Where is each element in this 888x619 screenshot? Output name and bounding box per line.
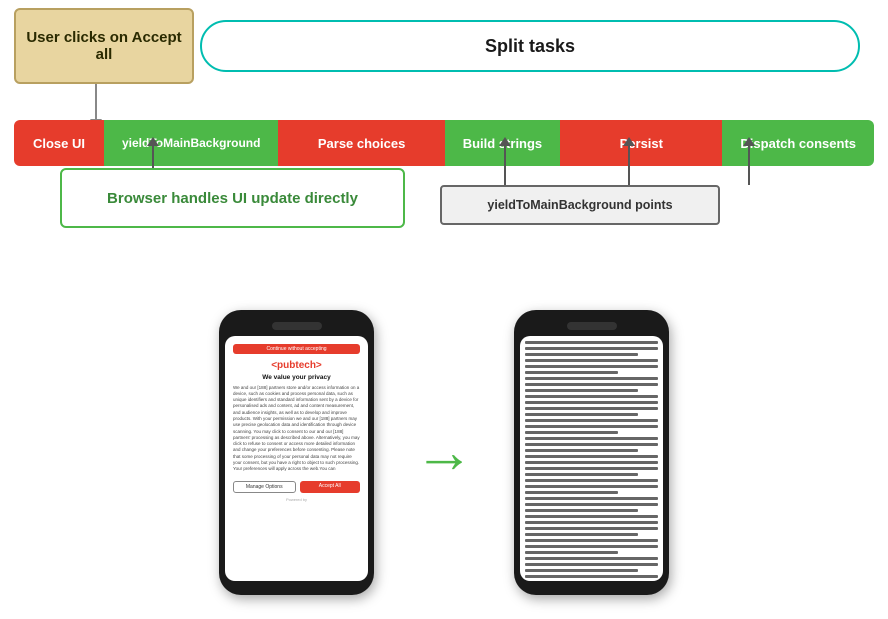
- article-line: [525, 467, 658, 471]
- article-line: [525, 509, 638, 513]
- article-line: [525, 371, 618, 375]
- segment-yield1: yieldToMainBackground: [104, 120, 278, 166]
- article-line: [525, 383, 658, 387]
- article-line: [525, 575, 658, 579]
- article-line: [525, 407, 658, 411]
- arrow-dispatch-up: [748, 145, 750, 185]
- article-line: [525, 395, 658, 399]
- consent-buttons: Manage Options Accept All: [233, 481, 360, 493]
- consent-body: We and our [188] partners store and/or a…: [233, 385, 360, 473]
- article-line: [525, 515, 658, 519]
- article-line: [525, 359, 658, 363]
- arrow-persist-up: [628, 145, 630, 185]
- user-clicks-label: User clicks on Accept all: [16, 29, 192, 63]
- user-clicks-box: User clicks on Accept all: [14, 8, 194, 84]
- article-line: [525, 449, 638, 453]
- consent-screen: Continue without accepting <pubtech> We …: [225, 336, 368, 510]
- article-line: [525, 443, 658, 447]
- article-line: [525, 563, 658, 567]
- article-line: [525, 473, 638, 477]
- arrow-user-to-bar: [95, 84, 97, 120]
- article-line: [525, 401, 658, 405]
- article-line: [525, 557, 658, 561]
- article-line: [525, 413, 638, 417]
- consent-top-bar-label: Continue without accepting: [266, 346, 326, 352]
- manage-options-button[interactable]: Manage Options: [233, 481, 296, 493]
- consent-title: We value your privacy: [233, 374, 360, 381]
- phone-right: [514, 310, 669, 595]
- article-line: [525, 539, 658, 543]
- diagram-area: User clicks on Accept all Split tasks Cl…: [0, 0, 888, 285]
- article-line: [525, 437, 658, 441]
- parse-label: Parse choices: [318, 136, 405, 151]
- article-line: [525, 365, 658, 369]
- article-line: [525, 569, 638, 573]
- phones-area: Continue without accepting <pubtech> We …: [0, 285, 888, 619]
- split-tasks-pill: Split tasks: [200, 20, 860, 72]
- browser-handles-box: Browser handles UI update directly: [60, 168, 405, 228]
- segment-close-ui: Close UI: [14, 120, 104, 166]
- privacy-title: We value your privacy: [262, 374, 331, 381]
- article-line: [525, 503, 658, 507]
- article-line: [525, 485, 658, 489]
- article-line: [525, 425, 658, 429]
- article-line: [525, 347, 658, 351]
- article-line: [525, 353, 638, 357]
- dispatch-label: Dispatch consents: [740, 136, 856, 151]
- article-line: [525, 377, 658, 381]
- article-line: [525, 545, 658, 549]
- consent-logo: <pubtech>: [233, 360, 360, 371]
- article-line: [525, 533, 638, 537]
- consent-footer: Powered by: [233, 497, 360, 502]
- yield-points-box: yieldToMainBackground points: [440, 185, 720, 225]
- article-line: [525, 455, 658, 459]
- close-ui-label: Close UI: [33, 136, 85, 151]
- phone-right-notch: [567, 322, 617, 330]
- arrow-build-up: [504, 145, 506, 185]
- yield1-label: yieldToMainBackground: [122, 136, 260, 150]
- phone-right-screen: [520, 336, 663, 581]
- phone-left-notch: [272, 322, 322, 330]
- article-line: [525, 431, 618, 435]
- phone-left: Continue without accepting <pubtech> We …: [219, 310, 374, 595]
- segment-parse: Parse choices: [278, 120, 444, 166]
- yield-points-label: yieldToMainBackground points: [487, 198, 672, 212]
- article-line: [525, 521, 658, 525]
- segment-persist: Persist: [560, 120, 722, 166]
- article-line: [525, 551, 618, 555]
- transition-arrow: →: [414, 422, 474, 482]
- manage-options-label: Manage Options: [246, 484, 283, 490]
- article-line: [525, 341, 658, 345]
- accept-all-label: Accept All: [319, 483, 341, 489]
- pubtech-logo: <pubtech>: [271, 360, 322, 371]
- consent-top-bar: Continue without accepting: [233, 344, 360, 354]
- accept-all-button[interactable]: Accept All: [300, 481, 361, 493]
- article-line: [525, 491, 618, 495]
- article-line: [525, 527, 658, 531]
- article-line: [525, 389, 638, 393]
- article-line: [525, 479, 658, 483]
- phone-left-screen: Continue without accepting <pubtech> We …: [225, 336, 368, 581]
- arrow-browser-up: [152, 145, 154, 168]
- split-tasks-label: Split tasks: [485, 36, 575, 57]
- article-line: [525, 419, 658, 423]
- article-line: [525, 497, 658, 501]
- browser-handles-label: Browser handles UI update directly: [107, 190, 358, 207]
- article-line: [525, 461, 658, 465]
- consent-body-text: We and our [188] partners store and/or a…: [233, 385, 360, 472]
- powered-by-label: Powered by: [286, 497, 307, 502]
- article-content: [520, 336, 663, 581]
